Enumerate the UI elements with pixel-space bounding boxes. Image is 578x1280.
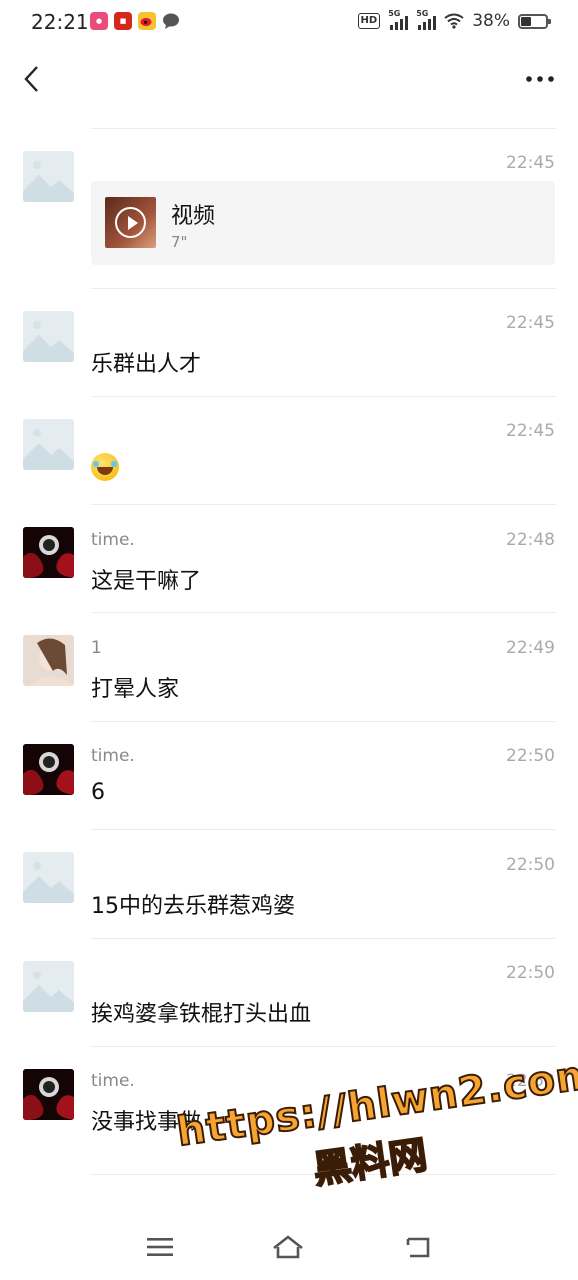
- avatar-image: [23, 1069, 74, 1120]
- sender-name: time.: [91, 1071, 135, 1091]
- message-text[interactable]: 挨鸡婆拿铁棍打头出血: [91, 996, 311, 1028]
- wifi-icon: [444, 13, 464, 29]
- message-text[interactable]: 打晕人家: [91, 671, 179, 703]
- battery-percent: 38%: [472, 11, 510, 31]
- avatar[interactable]: [23, 961, 74, 1012]
- avatar-image: [23, 527, 74, 578]
- home-icon: [273, 1235, 303, 1259]
- status-bar: 22:21 ● ■ HD 5G 5G 38%: [0, 0, 578, 46]
- back-nav-button[interactable]: [402, 1232, 434, 1262]
- video-title: 视频: [171, 204, 216, 229]
- image-placeholder-icon: [23, 311, 74, 362]
- divider: [91, 1046, 556, 1047]
- divider: [91, 612, 556, 613]
- menu-button[interactable]: [144, 1232, 176, 1262]
- avatar[interactable]: [23, 635, 74, 686]
- avatar[interactable]: [23, 151, 74, 202]
- video-duration: 7": [171, 233, 188, 251]
- message-notification-icon: [162, 12, 180, 30]
- system-nav-bar: [0, 1214, 578, 1280]
- message-time: 22:45: [506, 313, 555, 333]
- avatar[interactable]: [23, 852, 74, 903]
- avatar[interactable]: [23, 311, 74, 362]
- message-text[interactable]: 6: [91, 780, 105, 805]
- image-placeholder-icon: [23, 961, 74, 1012]
- sender-name: time.: [91, 746, 135, 766]
- avatar[interactable]: [23, 419, 74, 470]
- message-time: 22:49: [506, 638, 555, 658]
- divider: [91, 128, 556, 129]
- menu-icon: [147, 1238, 173, 1256]
- message-text[interactable]: 乐群出人才: [91, 346, 201, 378]
- watermark: https://hlwn2.com 黑料网: [173, 1050, 578, 1219]
- more-options-button[interactable]: [524, 64, 556, 94]
- divider: [91, 829, 556, 830]
- message-text[interactable]: 15中的去乐群惹鸡婆: [91, 888, 295, 920]
- avatar[interactable]: [23, 1069, 74, 1120]
- divider: [91, 504, 556, 505]
- signal-1-icon: 5G: [388, 9, 409, 30]
- sender-name: 1: [91, 638, 102, 658]
- avatar-image: [23, 635, 74, 686]
- sender-name: time.: [91, 530, 135, 550]
- video-message-card[interactable]: 视频 7": [91, 181, 555, 265]
- image-placeholder-icon: [23, 419, 74, 470]
- divider: [91, 938, 556, 939]
- home-button[interactable]: [272, 1232, 304, 1262]
- avatar-image: [23, 744, 74, 795]
- back-button[interactable]: [16, 64, 46, 94]
- notification-icons: ● ■: [90, 12, 180, 30]
- more-dots-icon: [526, 76, 554, 82]
- message-time: 22:45: [506, 421, 555, 441]
- weibo-notification-icon: [138, 12, 156, 30]
- divider: [91, 396, 556, 397]
- image-placeholder-icon: [23, 852, 74, 903]
- message-time: 22:50: [506, 855, 555, 875]
- play-icon: [115, 207, 146, 238]
- signal-2-icon: 5G: [416, 9, 437, 30]
- divider: [91, 721, 556, 722]
- message-time: 22:45: [506, 153, 555, 173]
- back-arrow-icon: [24, 66, 38, 92]
- rofl-emoji-icon[interactable]: [91, 453, 119, 481]
- status-indicators: HD 5G 5G 38%: [357, 9, 551, 31]
- app-notification-icon: ●: [90, 12, 108, 30]
- divider: [91, 288, 556, 289]
- message-time: 22:50: [506, 963, 555, 983]
- battery-icon: [518, 13, 551, 29]
- avatar[interactable]: [23, 527, 74, 578]
- avatar[interactable]: [23, 744, 74, 795]
- image-placeholder-icon: [23, 151, 74, 202]
- message-time: 22:48: [506, 530, 555, 550]
- tmall-notification-icon: ■: [114, 12, 132, 30]
- status-time: 22:21: [31, 10, 89, 34]
- video-thumbnail: [105, 197, 156, 248]
- hd-call-icon: HD: [357, 13, 381, 29]
- message-time: 22:50: [506, 746, 555, 766]
- back-nav-icon: [406, 1237, 430, 1258]
- message-text[interactable]: 这是干嘛了: [91, 563, 201, 595]
- chat-header: [0, 46, 578, 114]
